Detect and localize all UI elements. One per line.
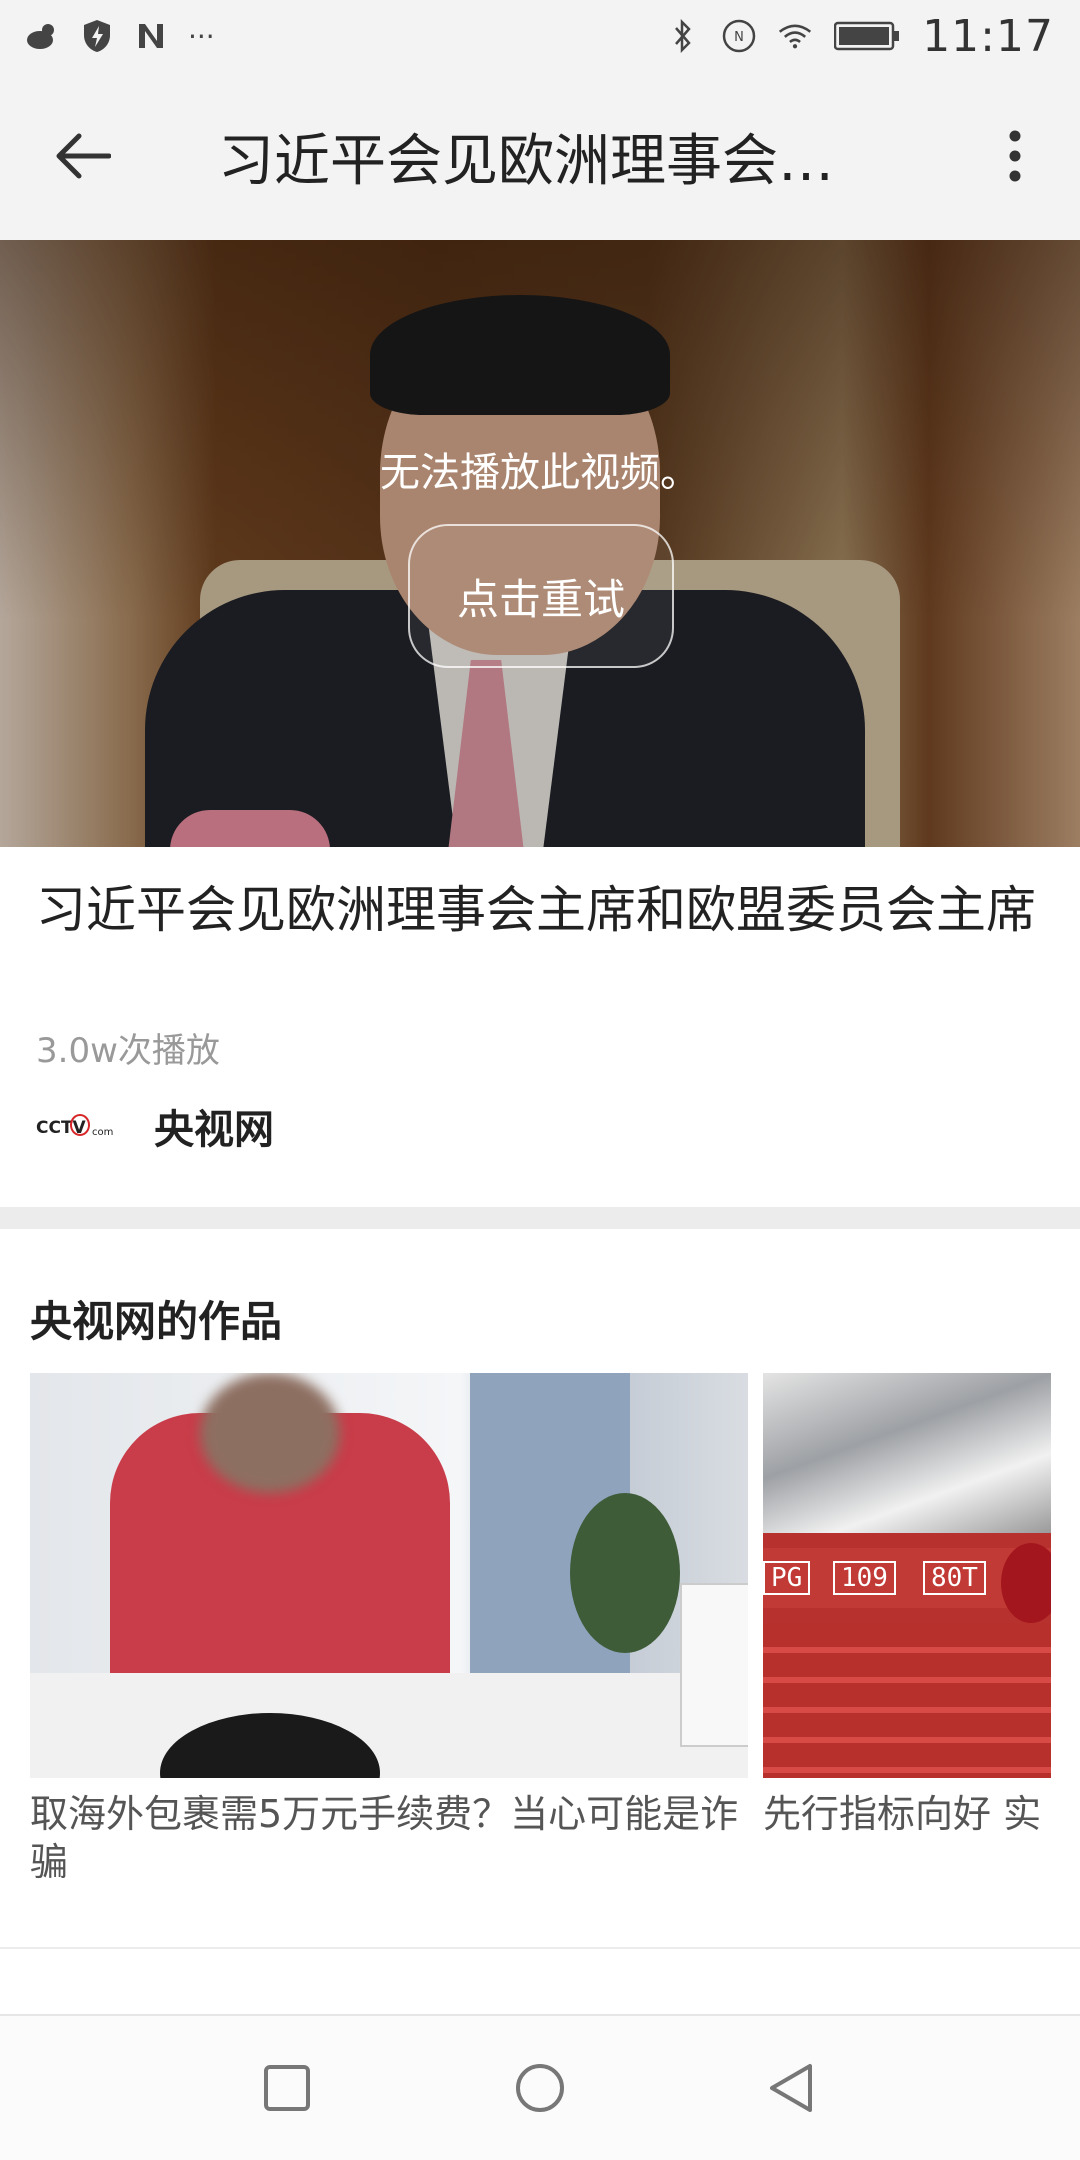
arrow-left-icon bbox=[56, 133, 111, 179]
vertical-dots-icon bbox=[1009, 130, 1021, 182]
work-caption-2[interactable]: 先行指标向好 实 bbox=[763, 1790, 1063, 1838]
thumb1-plant bbox=[570, 1493, 680, 1653]
shield-icon bbox=[80, 19, 114, 53]
navigation-bar bbox=[0, 2016, 1080, 2160]
back-button[interactable] bbox=[28, 101, 138, 211]
work-thumbnail-2[interactable]: PG 109 80T bbox=[763, 1373, 1051, 1778]
list-divider bbox=[0, 1947, 1080, 1949]
channel-name[interactable]: 央视网 bbox=[154, 1097, 274, 1155]
works-section-title: 央视网的作品 bbox=[30, 1297, 283, 1346]
work-caption-1[interactable]: 取海外包裹需5万元手续费？当心可能是诈骗 bbox=[30, 1790, 748, 1886]
video-info: 习近平会见欧洲理事会主席和欧盟委员会主席 3.0w次播放 CCTV com 央视… bbox=[0, 847, 1080, 1207]
thumb2-roof bbox=[763, 1373, 1051, 1533]
status-overflow: ··· bbox=[188, 19, 215, 53]
video-error-message: 无法播放此视频。 bbox=[380, 450, 700, 496]
section-divider bbox=[0, 1207, 1080, 1229]
back-triangle-icon bbox=[770, 2064, 812, 2112]
recents-button[interactable] bbox=[227, 2028, 347, 2148]
thumb2-lantern bbox=[1001, 1543, 1051, 1623]
nfc-icon: N bbox=[722, 19, 756, 53]
channel-row[interactable]: CCTV com 央视网 bbox=[36, 1097, 274, 1155]
status-bar-right: N 11:17 bbox=[666, 11, 1080, 62]
cctv-logo: CCTV com bbox=[36, 1106, 120, 1146]
recents-square-icon bbox=[264, 2065, 310, 2111]
bluetooth-icon bbox=[666, 19, 700, 53]
app-bar: 习近平会见欧洲理事会… bbox=[0, 72, 1080, 240]
thumb2-label-2: 109 bbox=[833, 1561, 896, 1595]
battery-icon bbox=[834, 19, 900, 53]
svg-text:N: N bbox=[734, 30, 744, 45]
n-icon bbox=[134, 19, 168, 53]
clock: 11:17 bbox=[922, 10, 1054, 62]
status-bar-left: ··· bbox=[0, 19, 215, 53]
page-title: 习近平会见欧洲理事会… bbox=[218, 128, 834, 194]
more-options-button[interactable] bbox=[970, 101, 1060, 211]
work-thumbnail-1[interactable] bbox=[30, 1373, 748, 1778]
thumb1-desk bbox=[30, 1673, 748, 1778]
wifi-icon bbox=[778, 19, 812, 53]
thumb2-label-1: PG bbox=[763, 1561, 811, 1595]
thumb2-rows bbox=[763, 1623, 1051, 1778]
thumb1-head bbox=[200, 1373, 340, 1493]
svg-text:com: com bbox=[92, 1127, 113, 1138]
home-circle-icon bbox=[516, 2064, 564, 2112]
video-player[interactable]: 无法播放此视频。 点击重试 bbox=[0, 240, 1080, 847]
retry-button[interactable]: 点击重试 bbox=[408, 524, 674, 668]
video-title: 习近平会见欧洲理事会主席和欧盟委员会主席 bbox=[36, 881, 1036, 939]
nav-back-button[interactable] bbox=[731, 2028, 851, 2148]
thumb2-label-3: 80T bbox=[923, 1561, 986, 1595]
weather-icon bbox=[26, 19, 60, 53]
status-bar: ··· N 11:17 bbox=[0, 0, 1080, 72]
home-button[interactable] bbox=[480, 2028, 600, 2148]
play-count: 3.0w次播放 bbox=[36, 1031, 220, 1071]
thumb1-sign bbox=[680, 1583, 748, 1747]
